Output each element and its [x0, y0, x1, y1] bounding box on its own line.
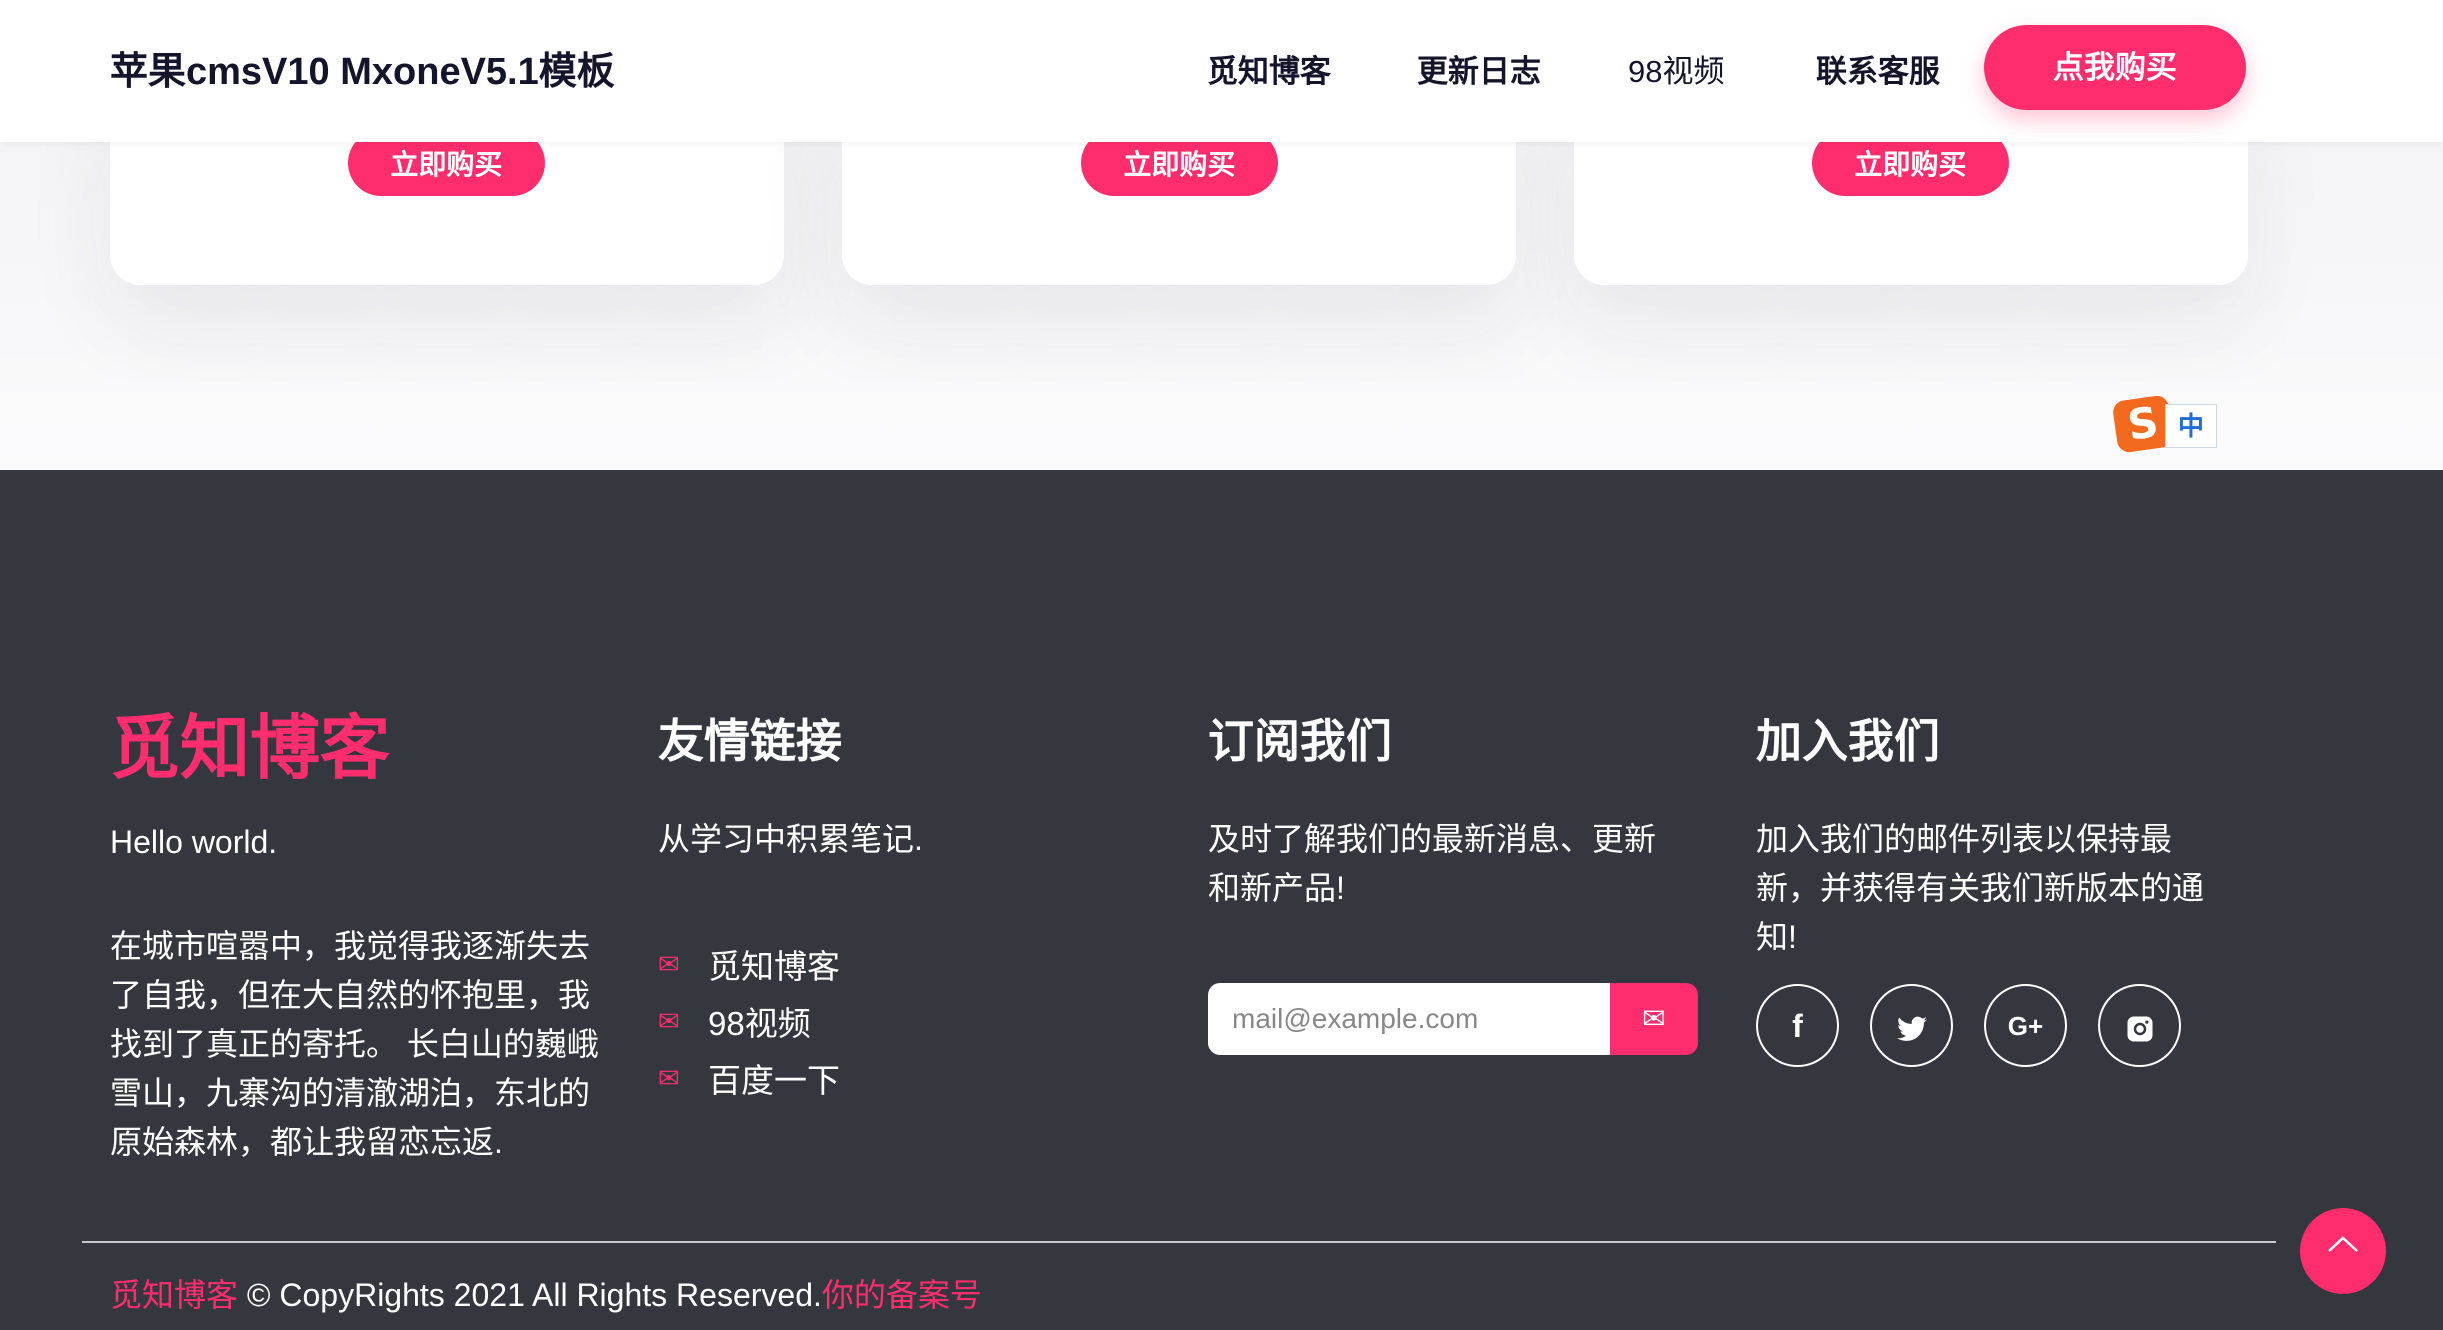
- mail-icon: ✉: [658, 948, 680, 979]
- footer-link-blog[interactable]: ✉ 觅知博客: [658, 940, 840, 988]
- nav-link-blog[interactable]: 觅知博客: [1207, 46, 1331, 91]
- footer-link-label: 觅知博客: [708, 948, 840, 985]
- google-plus-icon[interactable]: G+: [1984, 984, 2067, 1067]
- footer-link-label: 百度一下: [708, 1062, 840, 1099]
- twitter-icon[interactable]: [1870, 984, 1953, 1067]
- footer-link-label: 98视频: [708, 1005, 811, 1042]
- footer-brand: 觅知博客: [110, 709, 390, 787]
- nav-link-changelog[interactable]: 更新日志: [1417, 46, 1541, 91]
- footer-divider: [82, 1241, 2276, 1243]
- footer-tagline: Hello world.: [110, 824, 278, 860]
- instagram-icon[interactable]: [2098, 984, 2181, 1067]
- mail-icon: ✉: [1642, 1003, 1666, 1034]
- subscribe-send-button[interactable]: ✉: [1610, 983, 1698, 1055]
- facebook-icon[interactable]: f: [1756, 984, 1839, 1067]
- links-subtitle: 从学习中积累笔记.: [658, 821, 923, 857]
- copyright-text: © CopyRights 2021 All Rights Reserved.: [238, 1277, 822, 1313]
- icp-link[interactable]: 你的备案号: [822, 1277, 982, 1313]
- mail-icon: ✉: [658, 1062, 680, 1093]
- back-to-top-button[interactable]: [2300, 1208, 2386, 1294]
- links-title: 友情链接: [658, 715, 842, 767]
- nav-link-support[interactable]: 联系客服: [1816, 46, 1940, 91]
- subscribe-title: 订阅我们: [1208, 715, 1392, 767]
- top-navbar: 苹果cmsV10 MxoneV5.1模板 觅知博客 更新日志 98视频 联系客服…: [0, 0, 2443, 142]
- footer: 觅知博客 Hello world. 在城市喧嚣中，我觉得我逐渐失去了自我，但在大…: [0, 470, 2443, 1330]
- subscribe-form: ✉: [1208, 983, 1698, 1055]
- buy-button[interactable]: 点我购买: [1984, 25, 2246, 110]
- footer-link-video[interactable]: ✉ 98视频: [658, 997, 811, 1045]
- subscribe-text: 及时了解我们的最新消息、更新和新产品!: [1208, 821, 1657, 906]
- nav-link-video[interactable]: 98视频: [1628, 46, 1724, 91]
- join-title: 加入我们: [1756, 715, 1940, 767]
- footer-description: 在城市喧嚣中，我觉得我逐渐失去了自我，但在大自然的怀抱里，我找到了真正的寄托。 …: [110, 928, 599, 1160]
- copyright-line: 觅知博客 © CopyRights 2021 All Rights Reserv…: [110, 1270, 982, 1316]
- mail-icon: ✉: [658, 1005, 680, 1036]
- chevron-up-icon: [2328, 1236, 2358, 1252]
- ime-mode-label: 中: [2165, 404, 2217, 448]
- site-logo[interactable]: 苹果cmsV10 MxoneV5.1模板: [110, 40, 615, 95]
- footer-link-baidu[interactable]: ✉ 百度一下: [658, 1054, 840, 1102]
- ime-indicator[interactable]: S 中: [2111, 394, 2217, 454]
- email-field[interactable]: [1208, 983, 1610, 1055]
- join-text: 加入我们的邮件列表以保持最新，并获得有关我们新版本的通知!: [1756, 821, 2205, 955]
- copyright-brand[interactable]: 觅知博客: [110, 1277, 238, 1313]
